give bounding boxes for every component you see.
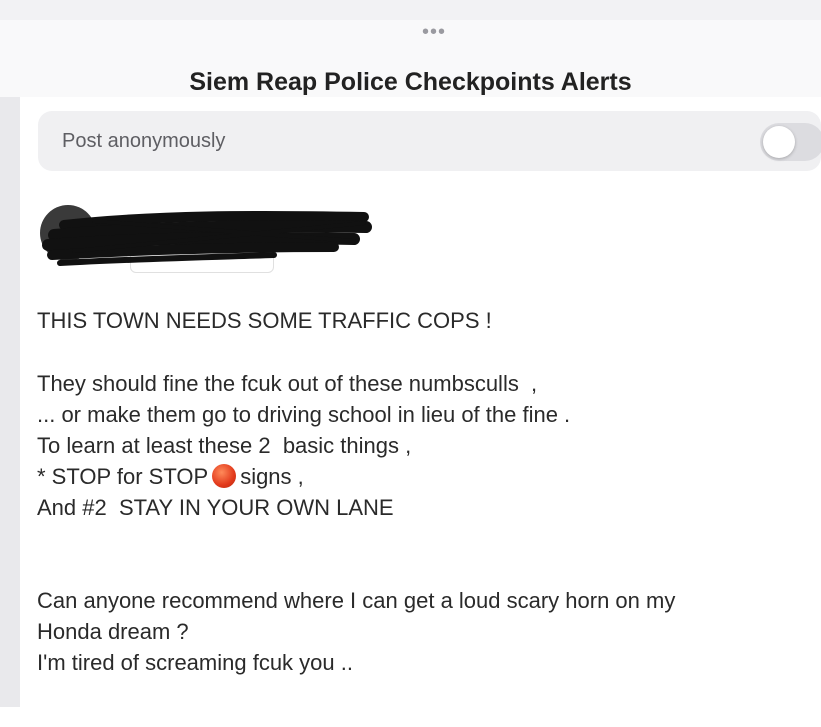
post-line-text: * STOP for STOP <box>37 464 209 489</box>
post-anonymously-toggle[interactable] <box>760 123 821 161</box>
post-line: To learn at least these 2 basic things , <box>37 433 412 458</box>
post-line: Can anyone recommend where I can get a l… <box>37 588 676 613</box>
black-redaction-scribble <box>42 210 372 266</box>
post-anonymously-row[interactable]: Post anonymously <box>38 111 821 171</box>
post-line: They should fine the fcuk out of these n… <box>37 371 538 396</box>
post-line: THIS TOWN NEEDS SOME TRAFFIC COPS ! <box>37 308 492 333</box>
post-line: And #2 STAY IN YOUR OWN LANE <box>37 495 394 520</box>
post-line: Honda dream ? <box>37 619 189 644</box>
post-anonymously-label: Post anonymously <box>62 130 226 152</box>
left-rail <box>0 97 20 707</box>
post-line: * STOP for STOP signs , <box>37 461 807 492</box>
toggle-knob <box>763 126 795 158</box>
red-circle-emoji-icon <box>212 464 237 488</box>
composer-content: Post anonymously THIS TOWN NEEDS SOME TR… <box>20 97 821 707</box>
post-line: ... or make them go to driving school in… <box>37 402 571 427</box>
author-row <box>34 197 374 277</box>
post-line-text: signs , <box>240 464 304 489</box>
post-text[interactable]: THIS TOWN NEEDS SOME TRAFFIC COPS ! They… <box>37 305 807 678</box>
post-line: I'm tired of screaming fcuk you .. <box>37 650 353 675</box>
